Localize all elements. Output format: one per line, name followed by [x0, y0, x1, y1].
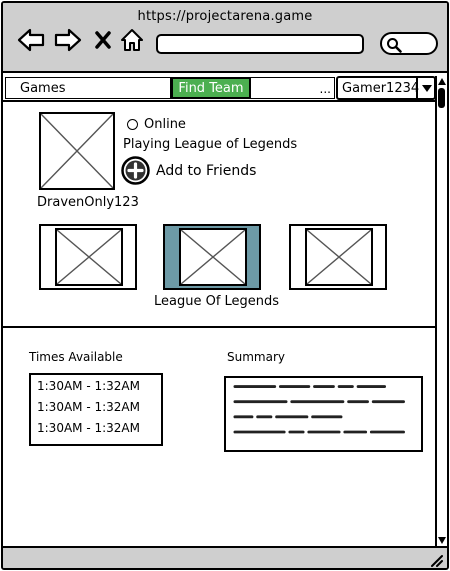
forward-arrow-icon[interactable] [54, 27, 82, 53]
section-divider [3, 326, 435, 328]
status-text: Online [144, 117, 186, 132]
user-dropdown[interactable]: Gamer1234 [336, 76, 436, 100]
plus-circle-icon [121, 156, 150, 185]
status-bar [3, 546, 447, 568]
tab-overflow[interactable]: ... [251, 77, 335, 99]
browser-toolbar: https://projectarena.game [3, 3, 447, 73]
status-indicator-icon [127, 119, 138, 130]
resize-grip-icon[interactable] [429, 553, 443, 567]
search-field[interactable] [380, 32, 438, 55]
close-icon[interactable] [94, 27, 112, 53]
browser-window: https://projectarena.game Games Find Tea… [1, 1, 449, 570]
game-card-selected[interactable] [163, 224, 261, 290]
online-status: Online [127, 117, 186, 132]
game-card[interactable] [289, 224, 387, 290]
scroll-thumb[interactable] [438, 88, 445, 108]
times-available-label: Times Available [29, 350, 123, 364]
home-icon[interactable] [119, 27, 145, 53]
scroll-down-icon[interactable] [438, 537, 446, 544]
time-slot[interactable]: 1:30AM - 1:32AM [37, 400, 140, 414]
url-title: https://projectarena.game [137, 9, 313, 24]
add-friends-button[interactable]: Add to Friends [121, 156, 256, 185]
game-image [55, 228, 123, 286]
vertical-scrollbar[interactable] [435, 76, 447, 546]
address-bar[interactable] [156, 34, 364, 54]
tab-find-team[interactable]: Find Team [171, 77, 251, 99]
back-arrow-icon[interactable] [17, 27, 45, 53]
search-icon [387, 38, 402, 53]
add-friends-label: Add to Friends [156, 162, 257, 179]
scribble-text [233, 385, 405, 434]
tab-bar: Games Find Team ... Gamer1234 [3, 75, 447, 102]
game-image [305, 228, 373, 286]
scroll-up-icon[interactable] [438, 78, 446, 85]
summary-label: Summary [227, 350, 285, 364]
user-dropdown-value: Gamer1234 [342, 81, 420, 96]
tab-games[interactable]: Games [5, 77, 171, 99]
times-list: 1:30AM - 1:32AM 1:30AM - 1:32AM 1:30AM -… [29, 373, 163, 446]
time-slot[interactable]: 1:30AM - 1:32AM [37, 379, 140, 393]
selected-game-label: League Of Legends [154, 294, 280, 309]
chevron-down-icon[interactable] [416, 78, 434, 98]
summary-text-box [224, 376, 423, 452]
activity-text: Playing League of Legends [123, 137, 298, 152]
game-image [179, 228, 247, 286]
time-slot[interactable]: 1:30AM - 1:32AM [37, 421, 140, 435]
username: DravenOnly123 [37, 195, 139, 210]
main-content: DravenOnly123 Online Playing League of L… [3, 102, 435, 545]
avatar [39, 112, 115, 190]
game-card[interactable] [39, 224, 137, 290]
